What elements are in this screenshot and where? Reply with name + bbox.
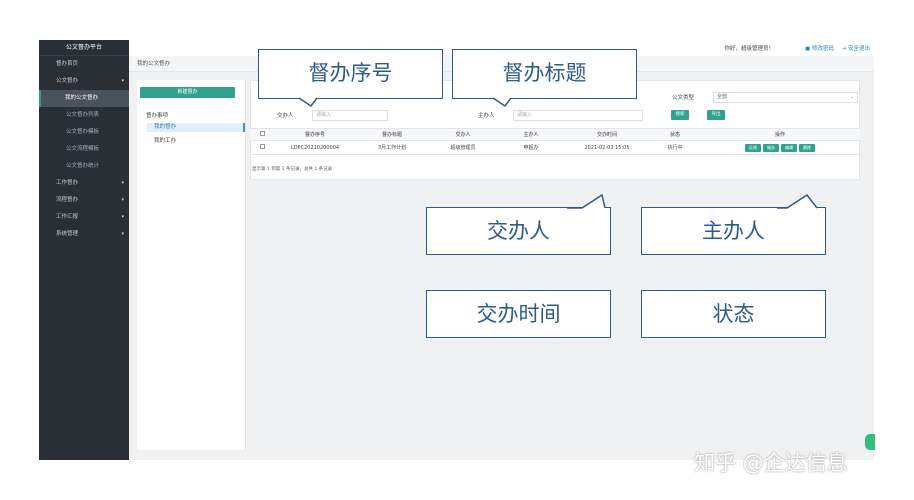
callout-time: 交办时间: [426, 290, 611, 338]
callout-pointer: [492, 97, 512, 108]
col-seq[interactable]: 督办序号: [274, 128, 356, 141]
callout-pointer: [777, 193, 818, 209]
sidebar-item-home[interactable]: 督办首页: [39, 56, 129, 73]
sidebar-item-work-supervise[interactable]: 工作督办 ▾: [39, 175, 129, 192]
sidebar-item-work-report[interactable]: 工作汇报 ▾: [39, 209, 129, 226]
cell-ops: 反馈 催办 编辑 删除: [700, 140, 860, 155]
tree-item-my-supervise[interactable]: 我的督办: [147, 123, 245, 132]
floating-chat-button[interactable]: [865, 434, 875, 450]
chevron-down-icon: ▾: [121, 78, 124, 84]
cell-assigner: 超级管理员: [428, 140, 498, 155]
export-button[interactable]: 导出: [707, 110, 725, 120]
cell-host: 申超办: [498, 140, 564, 155]
col-ops: 操作: [700, 128, 860, 141]
callout-pointer: [298, 97, 318, 108]
assigner-input[interactable]: 请输入: [312, 110, 388, 121]
sidebar-item-system[interactable]: 系统管理 ▾: [39, 226, 129, 243]
sidebar-item-doc-list[interactable]: 公文督办列表: [39, 107, 129, 124]
feedback-button[interactable]: 反馈: [745, 143, 761, 152]
tree-item-my-work[interactable]: 我的工办: [154, 136, 176, 144]
cell-status: 执行中: [650, 140, 700, 155]
change-password-link[interactable]: ■ 修改密码: [805, 44, 834, 52]
row-select-cell[interactable]: [250, 140, 274, 155]
watermark: 知乎 @企达信息: [694, 451, 848, 475]
chevron-down-icon: ▾: [121, 197, 124, 203]
host-input[interactable]: 请输入: [513, 110, 643, 121]
cell-title[interactable]: 3月工作计划: [356, 140, 428, 155]
callout-status: 状态: [641, 290, 826, 338]
breadcrumb-tab[interactable]: 我的公文督办: [137, 61, 170, 67]
delete-button[interactable]: 删除: [799, 143, 815, 152]
category-tree-panel: 新建督办 督办事项 我的督办 我的工办: [137, 80, 246, 450]
new-supervise-button[interactable]: 新建督办: [140, 87, 235, 98]
chevron-down-icon: ▾: [121, 180, 124, 186]
search-button[interactable]: 搜索: [671, 110, 689, 120]
sidebar-item-flow-supervise[interactable]: 流程督办 ▾: [39, 192, 129, 209]
sidebar-item-doc-stats[interactable]: 公文督办统计: [39, 158, 129, 175]
row-checkbox[interactable]: [259, 144, 265, 149]
callout-pointer: [567, 193, 606, 209]
col-assigner[interactable]: 交办人: [428, 128, 498, 141]
sidebar-item-flow-template[interactable]: 公文流程模板: [39, 141, 129, 158]
chevron-down-icon: ▾: [121, 231, 124, 237]
callout-assigner: 交办人: [426, 193, 611, 255]
chevron-down-icon: ▾: [121, 214, 124, 220]
host-label: 主办人: [478, 113, 495, 119]
supervise-table: 督办序号 督办标题 交办人 主办人 交办时间 状态 操作 LDPC2021020…: [250, 128, 860, 155]
pagination-info: 显示第 1 到第 1 条记录，总共 1 条记录: [252, 167, 333, 172]
category-label: 公文类型: [672, 95, 695, 101]
callout-title: 督办标题: [452, 49, 637, 108]
table-header-row: 督办序号 督办标题 交办人 主办人 交办时间 状态 操作: [250, 128, 860, 141]
logout-icon: ⇥: [841, 46, 846, 52]
logout-link[interactable]: ⇥ 安全退出: [842, 44, 870, 52]
col-time[interactable]: 交办时间: [564, 128, 650, 141]
sidebar-item-doc-supervise[interactable]: 公文督办 ▾: [39, 73, 129, 90]
assigner-label: 交办人: [277, 113, 294, 119]
select-all-header[interactable]: [250, 128, 274, 141]
sidebar: 公文督办平台 督办首页 公文督办 ▾ 我的公文督办 公文督办列表 公文督办模板 公…: [39, 40, 129, 460]
select-all-checkbox[interactable]: [259, 131, 265, 136]
sidebar-item-my-doc[interactable]: 我的公文督办: [39, 90, 129, 107]
tree-root-item[interactable]: 督办事项: [146, 111, 168, 119]
table-row[interactable]: LDPC20210200004 3月工作计划 超级管理员 申超办 2021-02…: [250, 140, 860, 155]
chevron-down-icon: ⌄: [849, 94, 854, 100]
lock-icon: ■: [805, 46, 810, 52]
cell-seq: LDPC20210200004: [274, 140, 356, 155]
cell-time: 2021-02-03 15:05: [564, 140, 650, 155]
user-greeting: 你好，超级管理员！: [724, 46, 774, 52]
edit-button[interactable]: 编辑: [781, 143, 797, 152]
category-select[interactable]: 全部 ⌄: [713, 92, 858, 103]
col-title[interactable]: 督办标题: [356, 128, 428, 141]
callout-seq: 督办序号: [258, 49, 443, 108]
col-host[interactable]: 主办人: [498, 128, 564, 141]
callout-host: 主办人: [641, 193, 826, 255]
sidebar-item-doc-template[interactable]: 公文督办模板: [39, 124, 129, 141]
app-brand: 公文督办平台: [39, 40, 129, 56]
urge-button[interactable]: 催办: [763, 143, 779, 152]
col-status[interactable]: 状态: [650, 128, 700, 141]
